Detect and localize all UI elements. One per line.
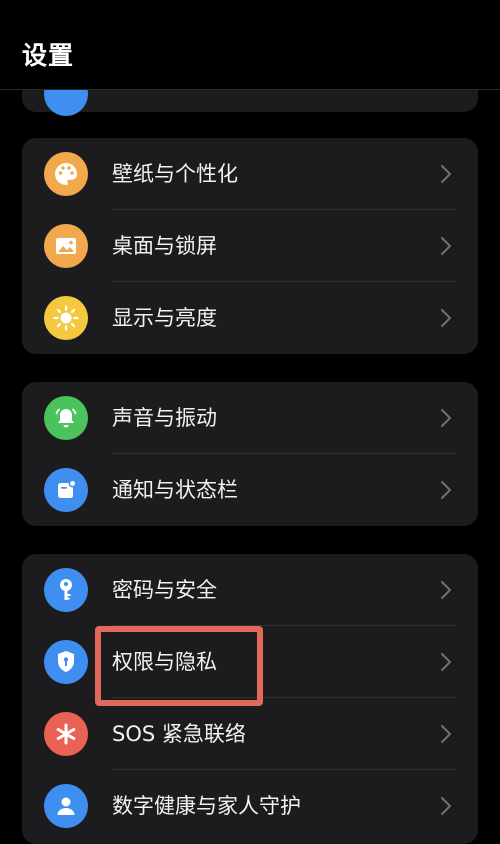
person-icon (44, 784, 88, 828)
settings-item-notifications-statusbar[interactable]: 通知与状态栏 (22, 454, 478, 526)
settings-group-personalization: 壁纸与个性化 桌面与锁屏 显示与亮度 (22, 138, 478, 354)
settings-item-label: 通知与状态栏 (112, 478, 238, 502)
chevron-right-icon (441, 165, 451, 183)
palette-icon (44, 152, 88, 196)
chevron-right-icon (441, 581, 451, 599)
chevron-right-icon (441, 237, 451, 255)
settings-item-label: 密码与安全 (112, 578, 217, 602)
page-title: 设置 (22, 41, 75, 70)
settings-item-label: 显示与亮度 (112, 306, 217, 330)
chevron-right-icon (441, 725, 451, 743)
settings-item-label: 壁纸与个性化 (112, 162, 238, 186)
settings-item-digital-wellbeing[interactable]: 数字健康与家人守护 (22, 770, 478, 842)
key-icon (44, 568, 88, 612)
settings-item-desktop-lockscreen[interactable]: 桌面与锁屏 (22, 210, 478, 282)
settings-item-display-brightness[interactable]: 显示与亮度 (22, 282, 478, 354)
image-icon (44, 224, 88, 268)
sun-icon (44, 296, 88, 340)
settings-item-password-security[interactable]: 密码与安全 (22, 554, 478, 626)
settings-item-label: 声音与振动 (112, 406, 217, 430)
highlight-annotation-box (95, 626, 263, 706)
app-header: 设置 (0, 0, 500, 90)
settings-item-sound-vibration[interactable]: 声音与振动 (22, 382, 478, 454)
bell-icon (44, 396, 88, 440)
settings-scroll-area[interactable]: 壁纸与个性化 桌面与锁屏 显示与亮度 声音与振动 通知与状态栏 密码与安全 权限… (0, 0, 500, 844)
settings-group-sound-notifications: 声音与振动 通知与状态栏 (22, 382, 478, 526)
settings-item-wallpaper[interactable]: 壁纸与个性化 (22, 138, 478, 210)
chevron-right-icon (441, 309, 451, 327)
chevron-right-icon (441, 409, 451, 427)
settings-item-sos-emergency[interactable]: SOS 紧急联络 (22, 698, 478, 770)
notification-icon (44, 468, 88, 512)
asterisk-icon (44, 712, 88, 756)
settings-item-label: 数字健康与家人守护 (112, 794, 301, 818)
chevron-right-icon (441, 797, 451, 815)
header-divider (0, 89, 500, 90)
chevron-right-icon (441, 481, 451, 499)
chevron-right-icon (441, 653, 451, 671)
shield-icon (44, 640, 88, 684)
settings-item-label: SOS 紧急联络 (112, 722, 246, 746)
settings-item-label: 桌面与锁屏 (112, 234, 217, 258)
